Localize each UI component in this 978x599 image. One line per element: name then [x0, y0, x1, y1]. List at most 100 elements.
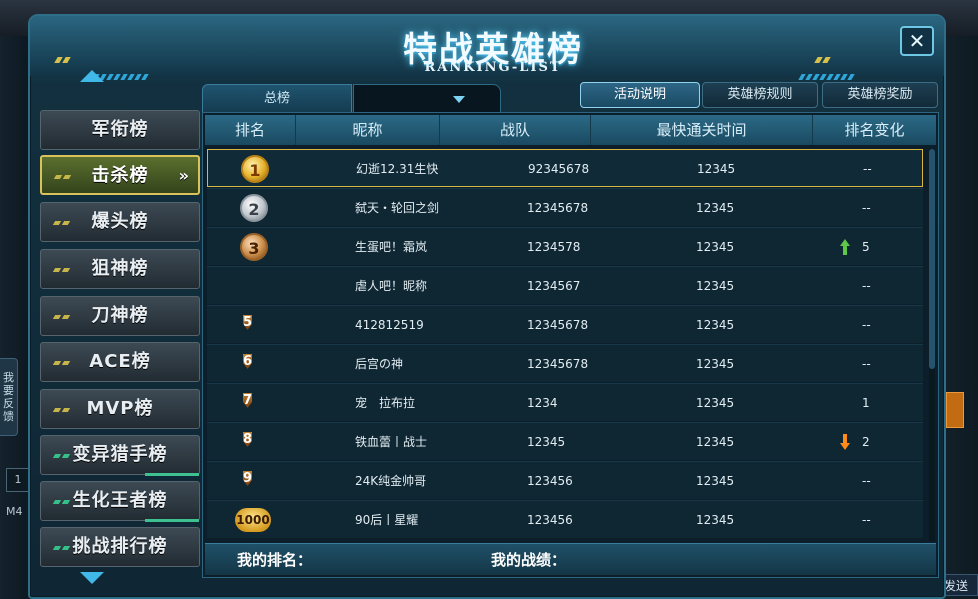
decor-bars-right	[798, 74, 855, 80]
my-rank-label: 我的排名：	[237, 551, 313, 569]
decor-corner	[51, 388, 75, 412]
period-dropdown[interactable]	[353, 84, 501, 112]
clear-time: 12345	[696, 513, 735, 527]
column-header-team[interactable]: 战队	[440, 115, 591, 145]
sidebar-item-kills[interactable]: 击杀榜 »	[40, 155, 200, 195]
clear-time: 12345	[696, 240, 735, 254]
rank-change: --	[862, 201, 871, 215]
sidebar-item-label: 击杀榜	[91, 165, 149, 186]
rank-change: --	[862, 279, 871, 293]
close-button[interactable]: ✕	[900, 26, 934, 56]
clear-time: 12345	[696, 279, 735, 293]
sidebar-item-mvp[interactable]: MVP榜	[40, 389, 200, 429]
sidebar-item-label: 军衔榜	[91, 119, 149, 140]
table-row[interactable]: 8 铁血蕾丨战士 12345 12345 2	[207, 422, 923, 460]
rewards-button[interactable]: 英雄榜奖励	[822, 82, 938, 108]
table-header: 排名 昵称 战队 最快通关时间 排名变化	[205, 115, 936, 145]
sidebar-scroll-down-icon[interactable]	[80, 572, 104, 584]
rank-badge: 2	[240, 194, 268, 222]
clear-time: 12345	[696, 435, 735, 449]
rank-change: --	[862, 513, 871, 527]
sidebar-item-label: 生化王者榜	[72, 490, 168, 511]
rank-badge: 7	[240, 389, 268, 417]
rank-change: --	[862, 318, 871, 332]
decor-corner	[51, 526, 75, 550]
table-row[interactable]: 虐人吧！昵称 1234567 12345 --	[207, 266, 923, 314]
table-row[interactable]: 7 宠 拉布拉 1234 12345 1	[207, 383, 923, 421]
table-row[interactable]: 2 弑天・轮回之剑 12345678 12345 --	[207, 188, 923, 226]
game-screen: 我要反馈 1 M4 发送 特战英雄榜 RANKING-LIST ✕ 活动 军衔榜…	[0, 0, 978, 599]
arrow-up-icon	[840, 239, 850, 255]
rules-button[interactable]: 英雄榜规则	[702, 82, 818, 108]
my-record-label: 我的战绩：	[491, 551, 567, 569]
team-id: 123456	[527, 474, 573, 488]
decor-stripes-left	[54, 48, 74, 63]
rank-badge: 5	[240, 311, 268, 339]
rank-medal-icon: 3	[240, 233, 268, 261]
sidebar-item-ace[interactable]: ACE榜	[40, 342, 200, 382]
background-right-area	[944, 36, 978, 599]
sidebar-item-label: 变异猎手榜	[72, 444, 168, 465]
rank-change: --	[862, 474, 871, 488]
rank-shield-icon: 9	[243, 471, 253, 486]
table-scroll-thumb[interactable]	[929, 149, 935, 369]
player-name: 宠 拉布拉	[355, 396, 416, 410]
column-header-name[interactable]: 昵称	[296, 115, 440, 145]
feedback-button[interactable]: 我要反馈	[0, 358, 18, 436]
decor-corner	[52, 155, 76, 179]
sidebar-item-challenge[interactable]: 挑战排行榜	[40, 527, 200, 567]
rank-badge: 3	[240, 233, 268, 261]
player-name: 铁血蕾丨战士	[355, 435, 428, 449]
decor-corner	[51, 434, 75, 458]
sidebar-item-label: 刀神榜	[91, 305, 149, 326]
rank-shield-icon: 6	[243, 354, 253, 369]
sidebar-item-knife[interactable]: 刀神榜	[40, 296, 200, 336]
rank-shield-icon: 7	[243, 393, 253, 408]
player-name: 生蛋吧！霜岚	[355, 240, 428, 254]
team-id: 12345678	[527, 201, 589, 215]
sidebar-item-label: 爆头榜	[91, 211, 149, 232]
column-header-time[interactable]: 最快通关时间	[591, 115, 813, 145]
table-row[interactable]: 3 生蛋吧！霜岚 1234578 12345 5	[207, 227, 923, 265]
player-name: 后宫の神	[355, 357, 404, 371]
sidebar-item-headshot[interactable]: 爆头榜	[40, 202, 200, 242]
panel-subtitle: RANKING-LIST	[424, 60, 562, 75]
team-id: 1234567	[527, 279, 581, 293]
arrow-down-icon	[840, 434, 850, 450]
tab-total[interactable]: 总榜	[202, 84, 352, 112]
event-info-button[interactable]: 活动说明	[580, 82, 700, 108]
sidebar-item-mutant-hunter[interactable]: 变异猎手榜	[40, 434, 200, 476]
sidebar-item-sniper[interactable]: 狙神榜	[40, 249, 200, 289]
background-orange-tab[interactable]	[946, 392, 964, 428]
sidebar-item-bio-king[interactable]: 生化王者榜	[40, 481, 200, 522]
rank-shield-icon: 8	[243, 432, 253, 447]
chevron-down-icon	[453, 96, 465, 103]
table-row[interactable]: 1 幻逝12.31生快 92345678 12345 --	[207, 149, 923, 187]
player-name: 412812519	[355, 318, 424, 332]
ranking-table: 排名 昵称 战队 最快通关时间 排名变化 1 幻逝12.31生快 92345678 1…	[202, 112, 939, 578]
sidebar-item-label: 挑战排行榜	[72, 536, 168, 557]
player-name: 虐人吧！昵称	[355, 279, 428, 293]
sidebar-item-rank[interactable]: 军衔榜	[40, 110, 200, 150]
table-row[interactable]: 1000 90后丨星耀 123456 12345 --	[207, 500, 923, 538]
team-id: 12345	[527, 435, 566, 449]
sidebar-scroll-up-icon[interactable]	[80, 70, 104, 82]
clear-time: 12345	[696, 357, 735, 371]
sidebar-item-label: ACE榜	[89, 351, 151, 372]
column-header-rank[interactable]: 排名	[205, 115, 296, 145]
rank-medal-icon: 2	[240, 194, 268, 222]
clear-time: 12345	[697, 162, 736, 176]
table-row[interactable]: 9 24K纯金帅哥 123456 12345 --	[207, 461, 923, 499]
clear-time: 12345	[696, 318, 735, 332]
player-name: 24K纯金帅哥	[355, 474, 427, 488]
table-row[interactable]: 5 412812519 12345678 12345 --	[207, 305, 923, 343]
team-id: 12345678	[527, 318, 589, 332]
background-input[interactable]: 1	[6, 468, 30, 492]
chevron-right-icon: »	[178, 166, 190, 185]
rank-shield-icon: 5	[243, 315, 253, 330]
column-header-change[interactable]: 排名变化	[813, 115, 936, 145]
team-id: 92345678	[528, 162, 590, 176]
sidebar-item-label: 狙神榜	[91, 258, 149, 279]
rank-change: 2	[862, 435, 870, 449]
table-row[interactable]: 6 后宫の神 12345678 12345 --	[207, 344, 923, 382]
